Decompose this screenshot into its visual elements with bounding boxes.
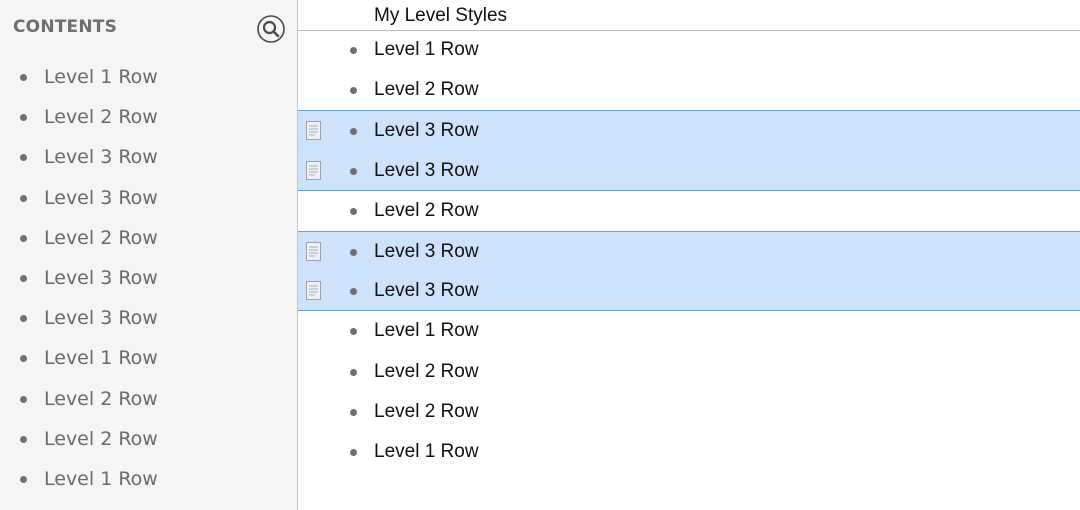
bullet-icon [20, 395, 27, 403]
bullet-icon [20, 355, 27, 363]
magnifier-icon[interactable] [256, 14, 286, 44]
sidebar-item[interactable]: Level 3 Row [0, 258, 297, 298]
sidebar-item[interactable]: Level 2 Row [0, 379, 297, 419]
row-text[interactable]: Level 2 Row [374, 361, 479, 383]
sidebar-item[interactable]: Level 1 Row [0, 57, 297, 97]
sidebar-item-label: Level 3 Row [44, 266, 158, 289]
sidebar-title: CONTENTS [13, 17, 118, 37]
outline-row[interactable]: Level 3 Row [298, 150, 1080, 191]
bullet-icon [20, 194, 27, 202]
row-text[interactable]: Level 3 Row [374, 241, 479, 263]
bullet-icon [20, 114, 27, 122]
sidebar-item-label: Level 2 Row [44, 226, 158, 249]
note-icon[interactable] [306, 121, 321, 141]
row-text[interactable]: Level 3 Row [374, 280, 479, 302]
sidebar-item[interactable]: Level 3 Row [0, 137, 297, 177]
outline-row[interactable]: Level 3 Row [298, 230, 1080, 272]
outline-row[interactable]: Level 2 Row [298, 352, 1080, 392]
note-icon[interactable] [306, 241, 321, 261]
bullet-icon [20, 315, 27, 323]
outline-row[interactable]: Level 3 Row [298, 271, 1080, 312]
bullet-icon [20, 274, 27, 282]
sidebar-item[interactable]: Level 1 Row [0, 338, 297, 378]
bullet-icon [20, 475, 27, 483]
bullet-icon[interactable] [350, 408, 357, 416]
sidebar-item[interactable]: Level 1 Row [0, 459, 297, 499]
sidebar-item-label: Level 3 Row [44, 307, 158, 330]
bullet-icon[interactable] [350, 47, 357, 54]
outline-editor[interactable]: My Level Styles Level 1 Row Level 2 Row Le… [298, 0, 1080, 510]
outline-row[interactable]: Level 1 Row [298, 30, 1080, 70]
bullet-icon[interactable] [350, 128, 357, 136]
sidebar-item-label: Level 3 Row [44, 146, 158, 169]
bullet-icon[interactable] [350, 328, 357, 336]
bullet-icon[interactable] [350, 207, 357, 215]
sidebar-item-label: Level 2 Row [44, 427, 158, 450]
sidebar-item[interactable]: Level 2 Row [0, 218, 297, 258]
sidebar-item[interactable]: Level 2 Row [0, 97, 297, 137]
bullet-icon [20, 74, 27, 81]
bullet-icon[interactable] [350, 87, 357, 95]
note-icon[interactable] [306, 160, 321, 180]
outline-row[interactable]: Level 2 Row [298, 392, 1080, 432]
bullet-icon [20, 435, 27, 443]
bullet-icon[interactable] [350, 248, 357, 256]
bullet-icon [20, 154, 27, 162]
note-icon[interactable] [306, 281, 321, 301]
sidebar-item[interactable]: Level 3 Row [0, 298, 297, 338]
bullet-icon[interactable] [350, 368, 357, 376]
sidebar-item-label: Level 2 Row [44, 387, 158, 410]
contents-list: Level 1 Row Level 2 Row Level 3 Row Level 3… [0, 57, 297, 499]
sidebar-item-label: Level 1 Row [44, 467, 158, 490]
outline-row[interactable]: Level 1 Row [298, 432, 1080, 472]
document-title[interactable]: My Level Styles [374, 5, 507, 27]
sidebar-item[interactable]: Level 3 Row [0, 178, 297, 218]
bullet-icon [20, 234, 27, 242]
row-text[interactable]: Level 2 Row [374, 200, 479, 222]
bullet-icon[interactable] [350, 288, 357, 296]
outline-row[interactable]: Level 1 Row [298, 311, 1080, 351]
outline-row[interactable]: Level 2 Row [298, 191, 1080, 231]
sidebar-item[interactable]: Level 2 Row [0, 419, 297, 459]
sidebar-item-label: Level 1 Row [44, 66, 158, 88]
row-text[interactable]: Level 3 Row [374, 160, 479, 182]
row-text[interactable]: Level 2 Row [374, 401, 479, 423]
sidebar-item-label: Level 3 Row [44, 186, 158, 209]
bullet-icon[interactable] [350, 167, 357, 175]
sidebar-item-label: Level 2 Row [44, 106, 158, 129]
contents-sidebar: CONTENTS Level 1 Row Level 2 Row Level 3 R… [0, 0, 298, 510]
row-text[interactable]: Level 1 Row [374, 320, 479, 342]
sidebar-item-label: Level 1 Row [44, 347, 158, 370]
bullet-icon[interactable] [350, 448, 357, 456]
outline-rows: Level 1 Row Level 2 Row Level 3 Row Level 3… [298, 30, 1080, 472]
row-text[interactable]: Level 3 Row [374, 120, 479, 142]
outline-row[interactable]: Level 3 Row [298, 110, 1080, 151]
outline-row[interactable]: Level 2 Row [298, 70, 1080, 110]
row-text[interactable]: Level 1 Row [374, 441, 479, 463]
row-text[interactable]: Level 1 Row [374, 39, 479, 61]
row-text[interactable]: Level 2 Row [374, 79, 479, 101]
